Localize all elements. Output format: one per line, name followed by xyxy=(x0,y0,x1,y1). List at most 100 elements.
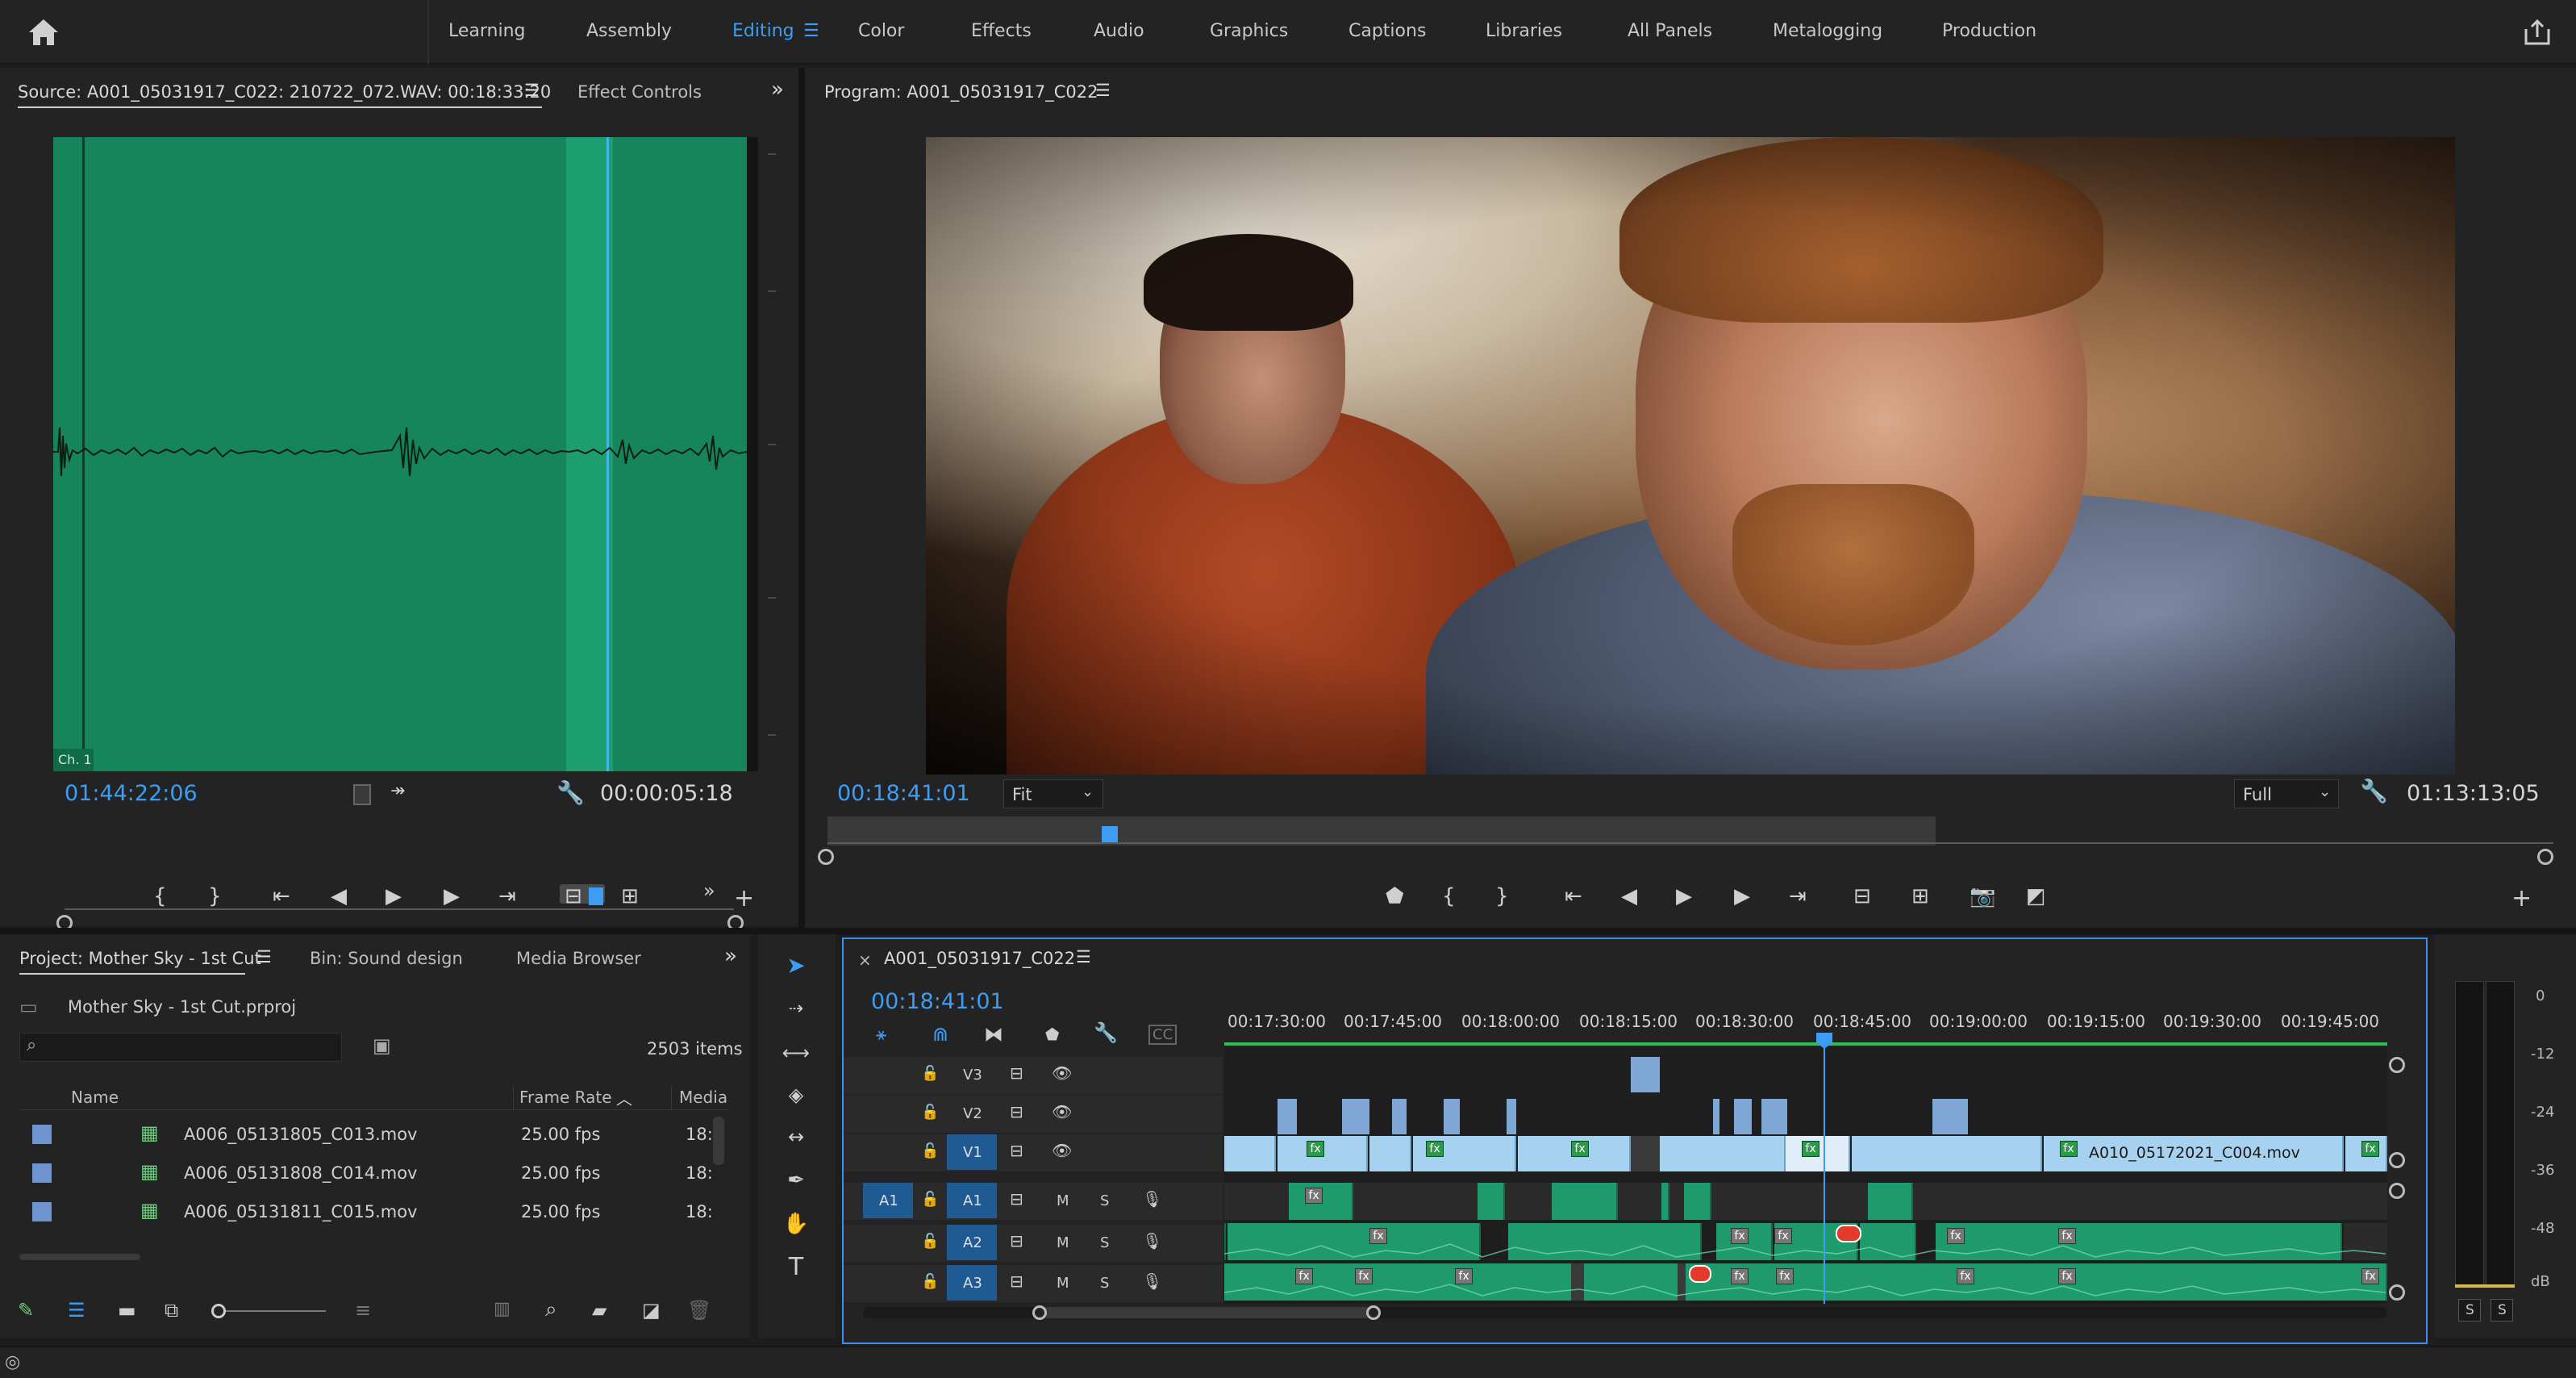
lock-icon[interactable]: 🔓 xyxy=(921,1273,939,1290)
trash-icon[interactable]: 🗑 xyxy=(687,1299,711,1322)
wrench-icon[interactable]: 🔧 xyxy=(2360,778,2388,804)
track-label-v1[interactable]: V1 xyxy=(963,1144,982,1161)
fx-badge[interactable]: fx xyxy=(1426,1141,1444,1157)
tab-media-browser[interactable]: Media Browser xyxy=(516,949,641,968)
a1-clip[interactable] xyxy=(1661,1183,1669,1220)
list-view-icon[interactable]: ☰ xyxy=(68,1299,85,1322)
source-v-scrollbar[interactable] xyxy=(747,137,758,771)
slip-tool-icon[interactable]: ↔ xyxy=(779,1120,813,1154)
column-media[interactable]: Media xyxy=(679,1088,727,1107)
program-current-timecode[interactable]: 00:18:41:01 xyxy=(837,781,970,806)
status-sync-icon[interactable]: ◎ xyxy=(5,1352,20,1372)
new-bin-icon[interactable]: ▰ xyxy=(592,1299,606,1322)
fx-badge[interactable]: fx xyxy=(1305,1188,1323,1204)
zoom-select[interactable]: Fit ⌄ xyxy=(1003,779,1103,808)
selection-tool-icon[interactable]: ➤ xyxy=(779,949,813,983)
timeline-zoom-handle-left[interactable] xyxy=(1032,1305,1047,1320)
camera-icon[interactable]: 📷 xyxy=(1970,884,1995,908)
program-menu-icon[interactable]: ☰ xyxy=(1095,81,1111,100)
column-frame-rate[interactable]: Frame Rate xyxy=(519,1088,612,1107)
track-label-v2[interactable]: V2 xyxy=(963,1105,982,1122)
track-height-handle[interactable] xyxy=(2389,1183,2405,1199)
mute-button[interactable]: M xyxy=(1057,1234,1069,1251)
tab-metalogging[interactable]: Metalogging xyxy=(1773,21,1882,41)
microphone-icon[interactable]: 🎙 xyxy=(1142,1231,1162,1251)
v3-clip[interactable] xyxy=(1631,1057,1660,1092)
captions-icon[interactable]: CC xyxy=(1148,1025,1178,1045)
tab-effects[interactable]: Effects xyxy=(971,21,1032,41)
fx-badge[interactable]: fx xyxy=(1802,1141,1819,1157)
play-icon[interactable]: ▶ xyxy=(1676,884,1692,908)
lock-icon[interactable]: 🔓 xyxy=(921,1233,939,1250)
sync-lock-icon[interactable]: ⊟ xyxy=(1010,1102,1023,1121)
fx-badge[interactable]: fx xyxy=(2361,1141,2379,1157)
program-zoom-handle-right[interactable] xyxy=(2537,849,2553,865)
mute-button[interactable]: M xyxy=(1057,1192,1069,1209)
horizontal-divider[interactable] xyxy=(0,928,2576,934)
v1-clip[interactable] xyxy=(1852,1136,2042,1171)
new-search-bin-icon[interactable]: ▣ xyxy=(373,1034,391,1057)
program-playhead[interactable] xyxy=(1102,826,1118,844)
v1-clip[interactable] xyxy=(1660,1136,1786,1171)
program-title[interactable]: Program: A001_05031917_C022 xyxy=(824,82,1098,102)
play-icon[interactable]: ▶ xyxy=(386,884,402,908)
mark-out-icon[interactable]: } xyxy=(1495,884,1509,908)
source-current-timecode[interactable]: 01:44:22:06 xyxy=(65,781,198,806)
label-color-swatch[interactable] xyxy=(32,1125,52,1144)
timeline-zoom-bar[interactable] xyxy=(1040,1307,1374,1318)
a1-clip[interactable] xyxy=(1868,1183,1913,1220)
solo-button[interactable]: S xyxy=(1100,1275,1109,1292)
lock-icon[interactable]: 🔓 xyxy=(921,1191,939,1208)
drag-audio-icon[interactable]: ↠ xyxy=(390,781,405,801)
solo-button[interactable]: S xyxy=(1100,1234,1109,1251)
sync-lock-icon[interactable]: ⊟ xyxy=(1010,1063,1023,1083)
solo-button[interactable]: S xyxy=(1100,1192,1109,1209)
timeline-zoom-handle-right[interactable] xyxy=(1366,1305,1381,1320)
tab-audio[interactable]: Audio xyxy=(1094,21,1144,41)
v2-clip[interactable] xyxy=(1507,1099,1516,1134)
v2-clip[interactable] xyxy=(1713,1099,1719,1134)
v2-clip[interactable] xyxy=(1932,1099,1968,1134)
v2-clip[interactable] xyxy=(1342,1099,1369,1134)
v2-clip[interactable] xyxy=(1392,1099,1407,1134)
mark-in-icon[interactable]: { xyxy=(153,884,167,908)
fx-badge[interactable]: fx xyxy=(2060,1141,2078,1157)
tab-color[interactable]: Color xyxy=(858,21,904,41)
sync-lock-icon[interactable]: ⊟ xyxy=(1010,1272,1023,1291)
v1-clip[interactable] xyxy=(1224,1136,1276,1171)
sequence-tab[interactable]: A001_05031917_C022 xyxy=(884,949,1075,968)
tab-graphics[interactable]: Graphics xyxy=(1210,21,1288,41)
track-height-handle[interactable] xyxy=(2389,1152,2405,1168)
step-back-icon[interactable]: ◀ xyxy=(1621,884,1637,908)
list-item[interactable]: ▦ A006_05131808_C014.mov 25.00 fps 18: xyxy=(19,1155,713,1192)
work-area-bar[interactable] xyxy=(1224,1042,2387,1046)
step-back-icon[interactable]: ◀ xyxy=(331,884,347,908)
panel-divider[interactable] xyxy=(798,68,805,928)
program-zoom-bar[interactable] xyxy=(827,816,1936,846)
home-icon[interactable] xyxy=(27,18,60,47)
lift-icon[interactable]: ⊟ xyxy=(1853,884,1871,908)
automate-icon[interactable]: ▥ xyxy=(494,1299,511,1319)
add-marker-icon[interactable]: ⬟ xyxy=(1386,884,1404,908)
pen-tool-icon[interactable]: ✒ xyxy=(779,1163,813,1197)
h-scrollbar[interactable] xyxy=(19,1254,140,1260)
track-label-a2[interactable]: A2 xyxy=(963,1234,982,1251)
lock-icon[interactable]: 🔓 xyxy=(921,1104,939,1121)
microphone-icon[interactable]: 🎙 xyxy=(1142,1189,1162,1209)
list-item[interactable]: ▦ A006_05131805_C013.mov 25.00 fps 18: xyxy=(19,1117,713,1154)
v1-clip-a010[interactable]: A010_05172021_C004.mov xyxy=(2044,1136,2344,1171)
a1-clip[interactable] xyxy=(1552,1183,1618,1220)
source-waveform-view[interactable]: Ch. 1 xyxy=(53,137,747,771)
go-to-in-icon[interactable]: ⇤ xyxy=(273,884,290,908)
go-to-out-icon[interactable]: ⇥ xyxy=(498,884,516,908)
v2-clip[interactable] xyxy=(1278,1099,1297,1134)
eye-icon[interactable]: 👁 xyxy=(1052,1102,1072,1121)
sync-lock-icon[interactable]: ⊟ xyxy=(1010,1231,1023,1251)
timeline-playhead-line[interactable] xyxy=(1824,1047,1825,1304)
overwrite-icon[interactable]: ⊞ xyxy=(621,884,639,908)
razor-tool-icon[interactable]: ◈ xyxy=(779,1078,813,1112)
sequence-menu-icon[interactable]: ☰ xyxy=(1076,947,1091,967)
tab-assembly[interactable]: Assembly xyxy=(586,21,672,41)
lock-icon[interactable]: 🔓 xyxy=(921,1065,939,1082)
project-menu-icon[interactable]: ☰ xyxy=(256,947,272,967)
